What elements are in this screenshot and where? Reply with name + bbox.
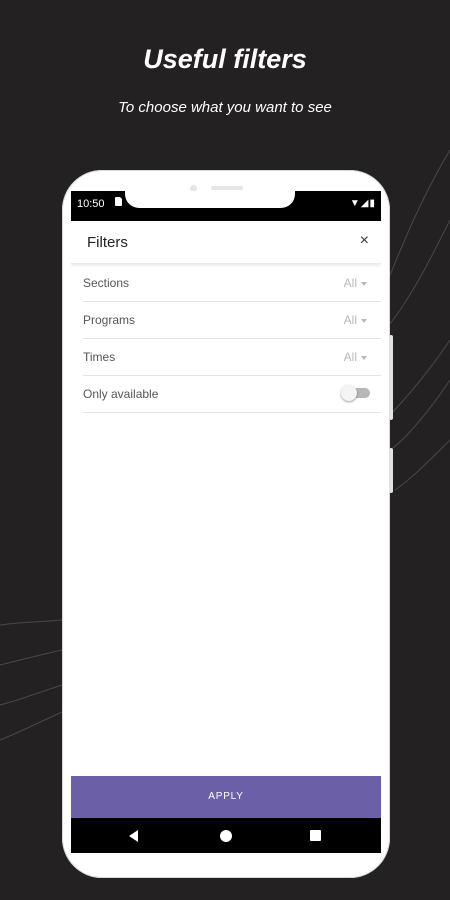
filter-row-times[interactable]: Times All [83,339,381,376]
sim-icon [115,197,122,206]
power-button [389,448,393,493]
apply-button[interactable]: APPLY [71,776,381,818]
filters-header: Filters × [71,221,381,264]
filter-value: All [343,313,357,327]
filter-label: Programs [83,313,136,327]
back-icon[interactable] [129,830,138,842]
promo-headline: Useful filters [143,44,307,74]
navigation-bar [71,818,381,853]
status-icons: ▼◢▮ [349,198,376,209]
volume-button [389,335,393,420]
earpiece-speaker [211,186,243,190]
page-title: Filters [87,234,128,251]
filter-value: All [343,350,357,364]
phone-screen: 10:50 ▼◢▮ Filters × Sections All Program… [71,191,381,853]
status-time: 10:50 [77,198,105,210]
filter-row-programs[interactable]: Programs All [83,302,381,339]
filter-row-only-available: Only available [83,376,381,413]
home-icon[interactable] [220,830,232,842]
chevron-down-icon [361,281,367,286]
only-available-toggle[interactable] [341,385,370,401]
display-notch [125,191,295,208]
filter-label: Sections [83,276,130,290]
chevron-down-icon [361,318,367,323]
filter-label: Times [83,350,116,364]
close-icon[interactable]: × [360,232,369,250]
filter-label: Only available [83,387,159,401]
filter-row-sections[interactable]: Sections All [83,265,381,302]
filter-value: All [343,276,357,290]
recents-icon[interactable] [310,830,321,841]
chevron-down-icon [361,355,367,360]
toggle-knob[interactable] [341,385,357,401]
promo-subline: To choose what you want to see [118,99,332,116]
status-bar: 10:50 ▼◢▮ [71,191,381,221]
filter-select-times[interactable]: All [344,350,367,364]
filter-select-programs[interactable]: All [344,313,367,327]
filter-select-sections[interactable]: All [344,276,367,290]
